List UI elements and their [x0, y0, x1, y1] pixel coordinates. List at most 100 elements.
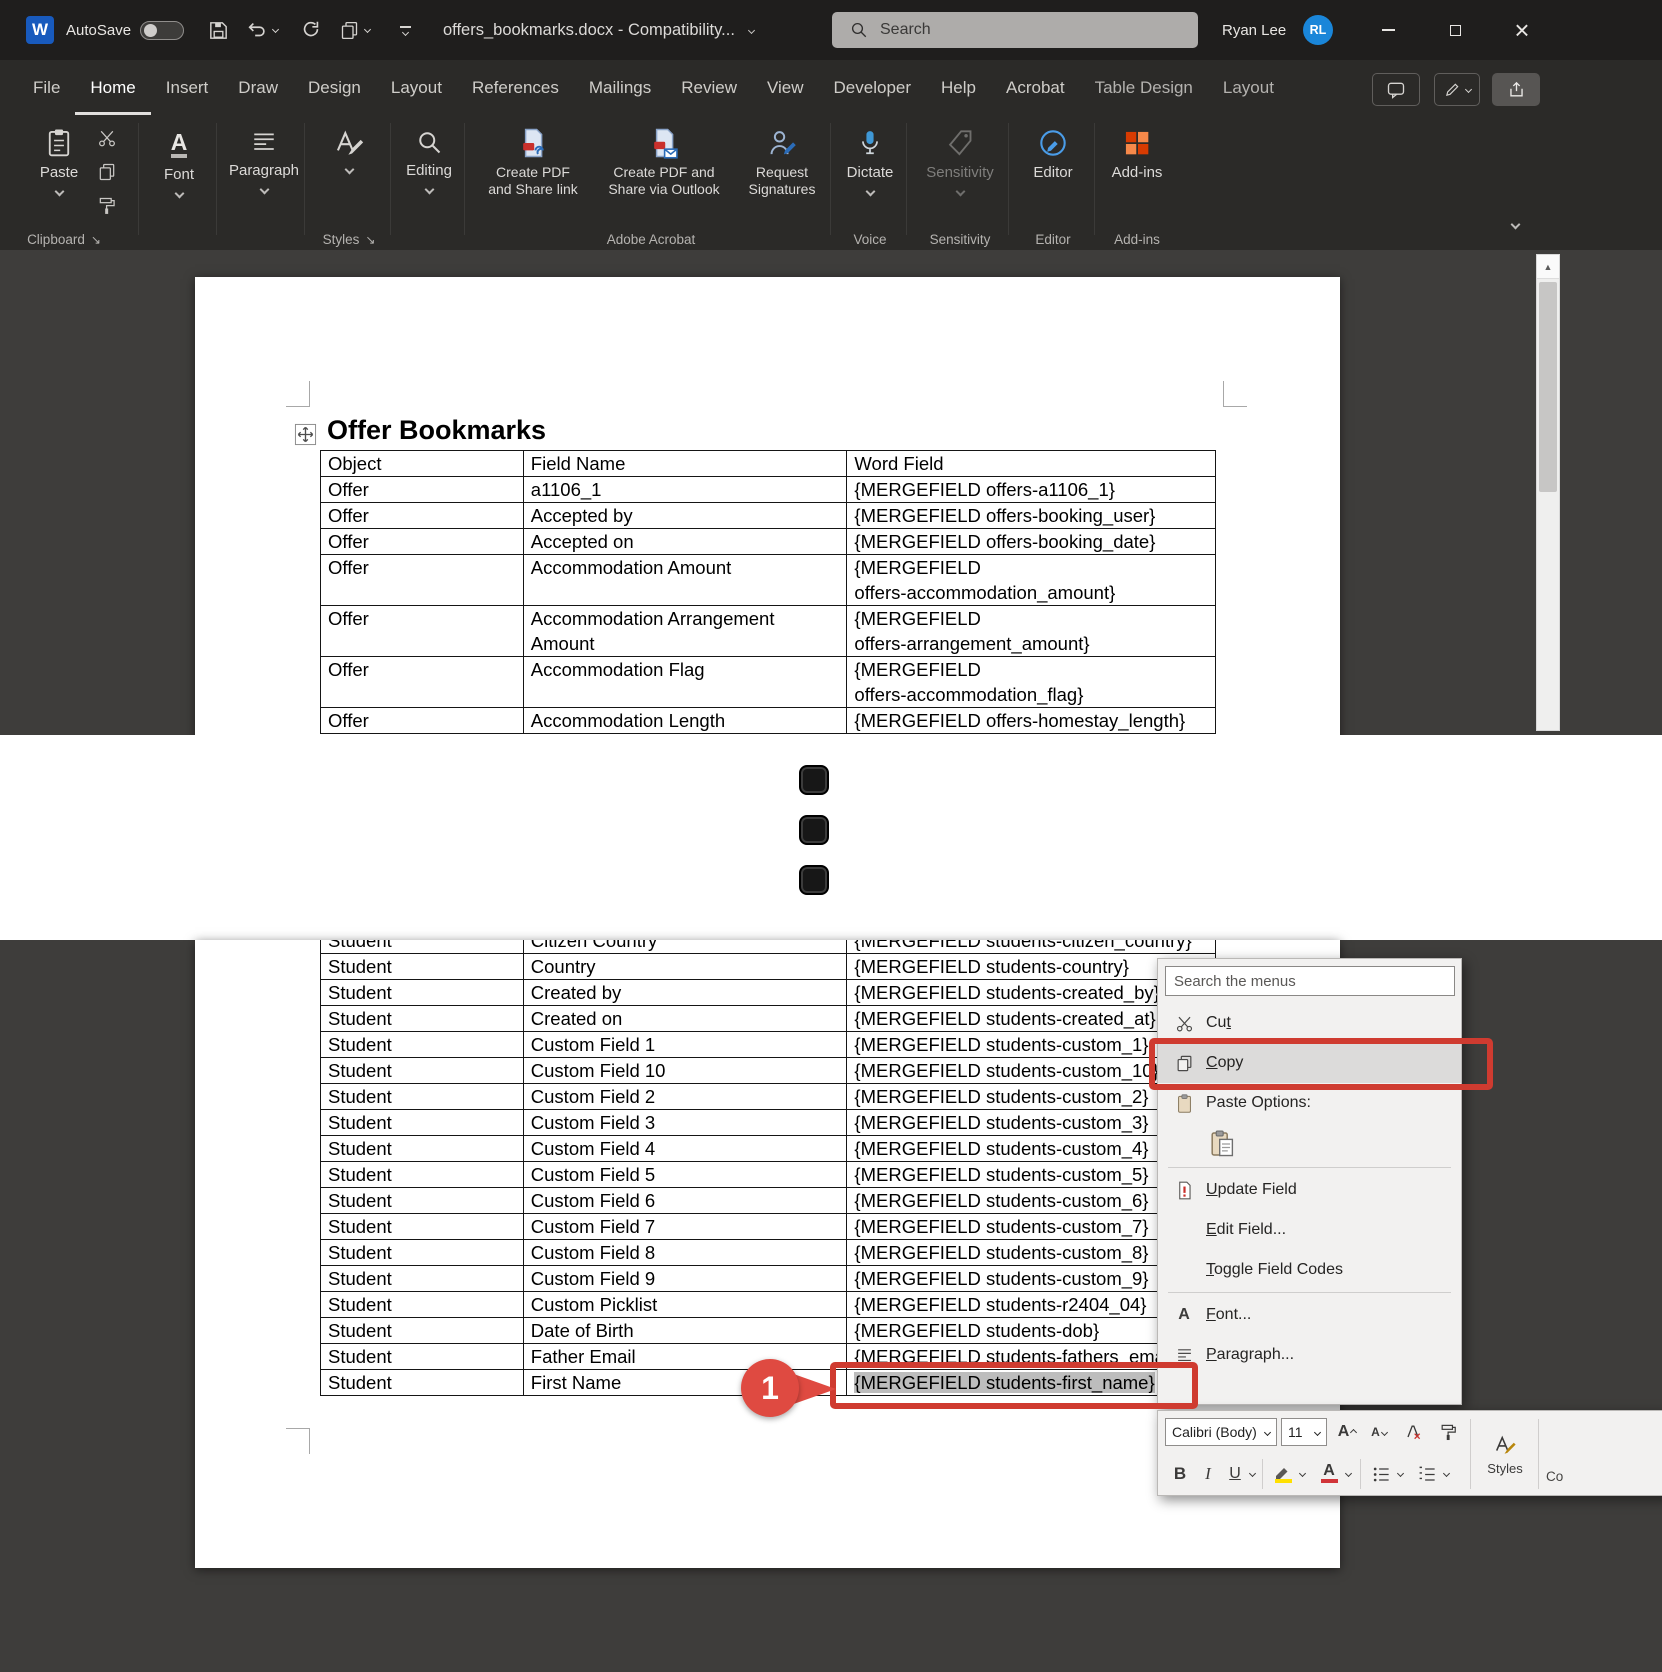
tab-acrobat[interactable]: Acrobat [991, 60, 1080, 115]
tab-mailings[interactable]: Mailings [574, 60, 666, 115]
tab-insert[interactable]: Insert [151, 60, 224, 115]
bold-button[interactable] [1166, 1459, 1194, 1489]
word-field-cell[interactable]: {MERGEFIELD offers-arrangement_amount} [847, 606, 1216, 657]
request-signatures-button[interactable]: Request Signatures [736, 121, 828, 221]
share-button[interactable] [1492, 73, 1540, 106]
object-cell[interactable]: Student [321, 1214, 524, 1240]
object-cell[interactable]: Student [321, 1344, 524, 1370]
close-button[interactable] [1494, 0, 1550, 60]
italic-button[interactable] [1196, 1459, 1220, 1489]
object-cell[interactable]: Offer [321, 477, 524, 503]
underline-button[interactable] [1222, 1459, 1248, 1489]
minimize-button[interactable] [1360, 0, 1416, 60]
field-name-cell[interactable]: Accepted by [524, 503, 848, 529]
clipboard-dialog-launcher-icon[interactable] [91, 232, 101, 247]
field-name-cell[interactable]: a1106_1 [524, 477, 848, 503]
object-cell[interactable]: Student [321, 1318, 524, 1344]
word-logo-icon[interactable]: W [26, 16, 54, 44]
autosave-toggle[interactable] [140, 21, 184, 40]
numbering-dropdown-icon[interactable] [1443, 1470, 1450, 1477]
object-cell[interactable]: Student [321, 1084, 524, 1110]
font-color-dropdown-icon[interactable] [1345, 1470, 1352, 1477]
field-name-cell[interactable]: Father Email [524, 1344, 848, 1370]
column-header-field-name[interactable]: Field Name [524, 451, 848, 477]
editor-button[interactable]: Editor [1016, 121, 1090, 221]
object-cell[interactable]: Student [321, 1110, 524, 1136]
shrink-font-button[interactable] [1364, 1418, 1394, 1446]
field-name-cell[interactable]: Created by [524, 980, 848, 1006]
object-cell[interactable]: Student [321, 1292, 524, 1318]
tab-review[interactable]: Review [666, 60, 752, 115]
collapse-ribbon-icon[interactable] [1511, 220, 1521, 230]
menu-item-update-field[interactable]: Update Field [1158, 1170, 1461, 1210]
menu-item-edit-field[interactable]: Edit Field... [1158, 1210, 1461, 1250]
tab-view[interactable]: View [752, 60, 819, 115]
word-field-cell[interactable]: {MERGEFIELD students-citizen_country} [847, 940, 1216, 954]
styles-dialog-launcher-icon[interactable] [365, 232, 375, 247]
editing-mode-button[interactable] [1434, 73, 1480, 106]
document-title-dropdown-icon[interactable] [748, 26, 755, 33]
customize-quick-access-button[interactable] [390, 15, 420, 45]
field-name-cell[interactable]: Custom Field 10 [524, 1058, 848, 1084]
font-group-button[interactable]: Font [146, 121, 212, 221]
bullets-button[interactable] [1366, 1459, 1396, 1489]
word-field-cell[interactable]: {MERGEFIELD offers-booking_date} [847, 529, 1216, 555]
object-cell[interactable]: Student [321, 1162, 524, 1188]
maximize-button[interactable] [1427, 0, 1483, 60]
addins-button[interactable]: Add-ins [1100, 121, 1174, 221]
redo-button[interactable] [296, 15, 326, 45]
field-name-cell[interactable]: Custom Field 2 [524, 1084, 848, 1110]
field-name-cell[interactable]: Custom Field 5 [524, 1162, 848, 1188]
object-cell[interactable]: Student [321, 1006, 524, 1032]
column-header-object[interactable]: Object [321, 451, 524, 477]
editing-group-button[interactable]: Editing [396, 121, 462, 221]
field-name-cell[interactable]: Custom Field 7 [524, 1214, 848, 1240]
cut-button[interactable] [92, 123, 122, 153]
object-cell[interactable]: Student [321, 940, 524, 954]
field-name-cell[interactable]: Accepted on [524, 529, 848, 555]
tab-developer[interactable]: Developer [819, 60, 927, 115]
menu-item-cut[interactable]: Cut [1158, 1003, 1461, 1043]
menu-item-font[interactable]: Font... [1158, 1295, 1461, 1335]
field-name-cell[interactable]: Custom Field 8 [524, 1240, 848, 1266]
underline-dropdown-icon[interactable] [1249, 1470, 1256, 1477]
word-field-cell[interactable]: {MERGEFIELD offers-homestay_length} [847, 708, 1216, 734]
clipped-button-label[interactable]: Co [1546, 1469, 1563, 1484]
object-cell[interactable]: Offer [321, 606, 524, 657]
scroll-thumb[interactable] [1539, 282, 1557, 492]
font-name-combo[interactable]: Calibri (Body) [1165, 1418, 1277, 1446]
object-cell[interactable]: Student [321, 1136, 524, 1162]
object-cell[interactable]: Student [321, 1188, 524, 1214]
search-box[interactable] [832, 12, 1198, 48]
vertical-scrollbar[interactable] [1536, 254, 1560, 731]
bullets-dropdown-icon[interactable] [1397, 1470, 1404, 1477]
user-name[interactable]: Ryan Lee [1222, 0, 1286, 60]
object-cell[interactable]: Student [321, 954, 524, 980]
tab-file[interactable]: File [18, 60, 75, 115]
word-field-cell[interactable]: {MERGEFIELD offers-accommodation_flag} [847, 657, 1216, 708]
clear-formatting-button[interactable] [1398, 1418, 1428, 1446]
comments-button[interactable] [1372, 73, 1420, 106]
copy-button[interactable] [92, 157, 122, 187]
field-name-cell[interactable]: Accommodation Arrangement Amount [524, 606, 848, 657]
save-button[interactable] [203, 15, 233, 45]
numbering-button[interactable] [1412, 1459, 1442, 1489]
tab-home[interactable]: Home [75, 60, 150, 115]
grow-font-button[interactable] [1332, 1418, 1362, 1446]
format-painter-button[interactable] [1432, 1418, 1464, 1446]
avatar[interactable]: RL [1303, 15, 1333, 45]
field-name-cell[interactable]: Accommodation Amount [524, 555, 848, 606]
highlight-color-button[interactable] [1268, 1459, 1298, 1489]
column-header-word-field[interactable]: Word Field [847, 451, 1216, 477]
field-name-cell[interactable]: Date of Birth [524, 1318, 848, 1344]
object-cell[interactable]: Student [321, 980, 524, 1006]
field-name-cell[interactable]: Custom Field 9 [524, 1266, 848, 1292]
word-field-cell[interactable]: {MERGEFIELD offers-booking_user} [847, 503, 1216, 529]
word-field-cell[interactable]: {MERGEFIELD offers-accommodation_amount} [847, 555, 1216, 606]
scroll-up-arrow[interactable] [1537, 255, 1559, 279]
font-color-button[interactable] [1314, 1459, 1344, 1489]
tab-draw[interactable]: Draw [223, 60, 293, 115]
field-name-cell[interactable]: Accommodation Length [524, 708, 848, 734]
object-cell[interactable]: Offer [321, 708, 524, 734]
object-cell[interactable]: Offer [321, 657, 524, 708]
